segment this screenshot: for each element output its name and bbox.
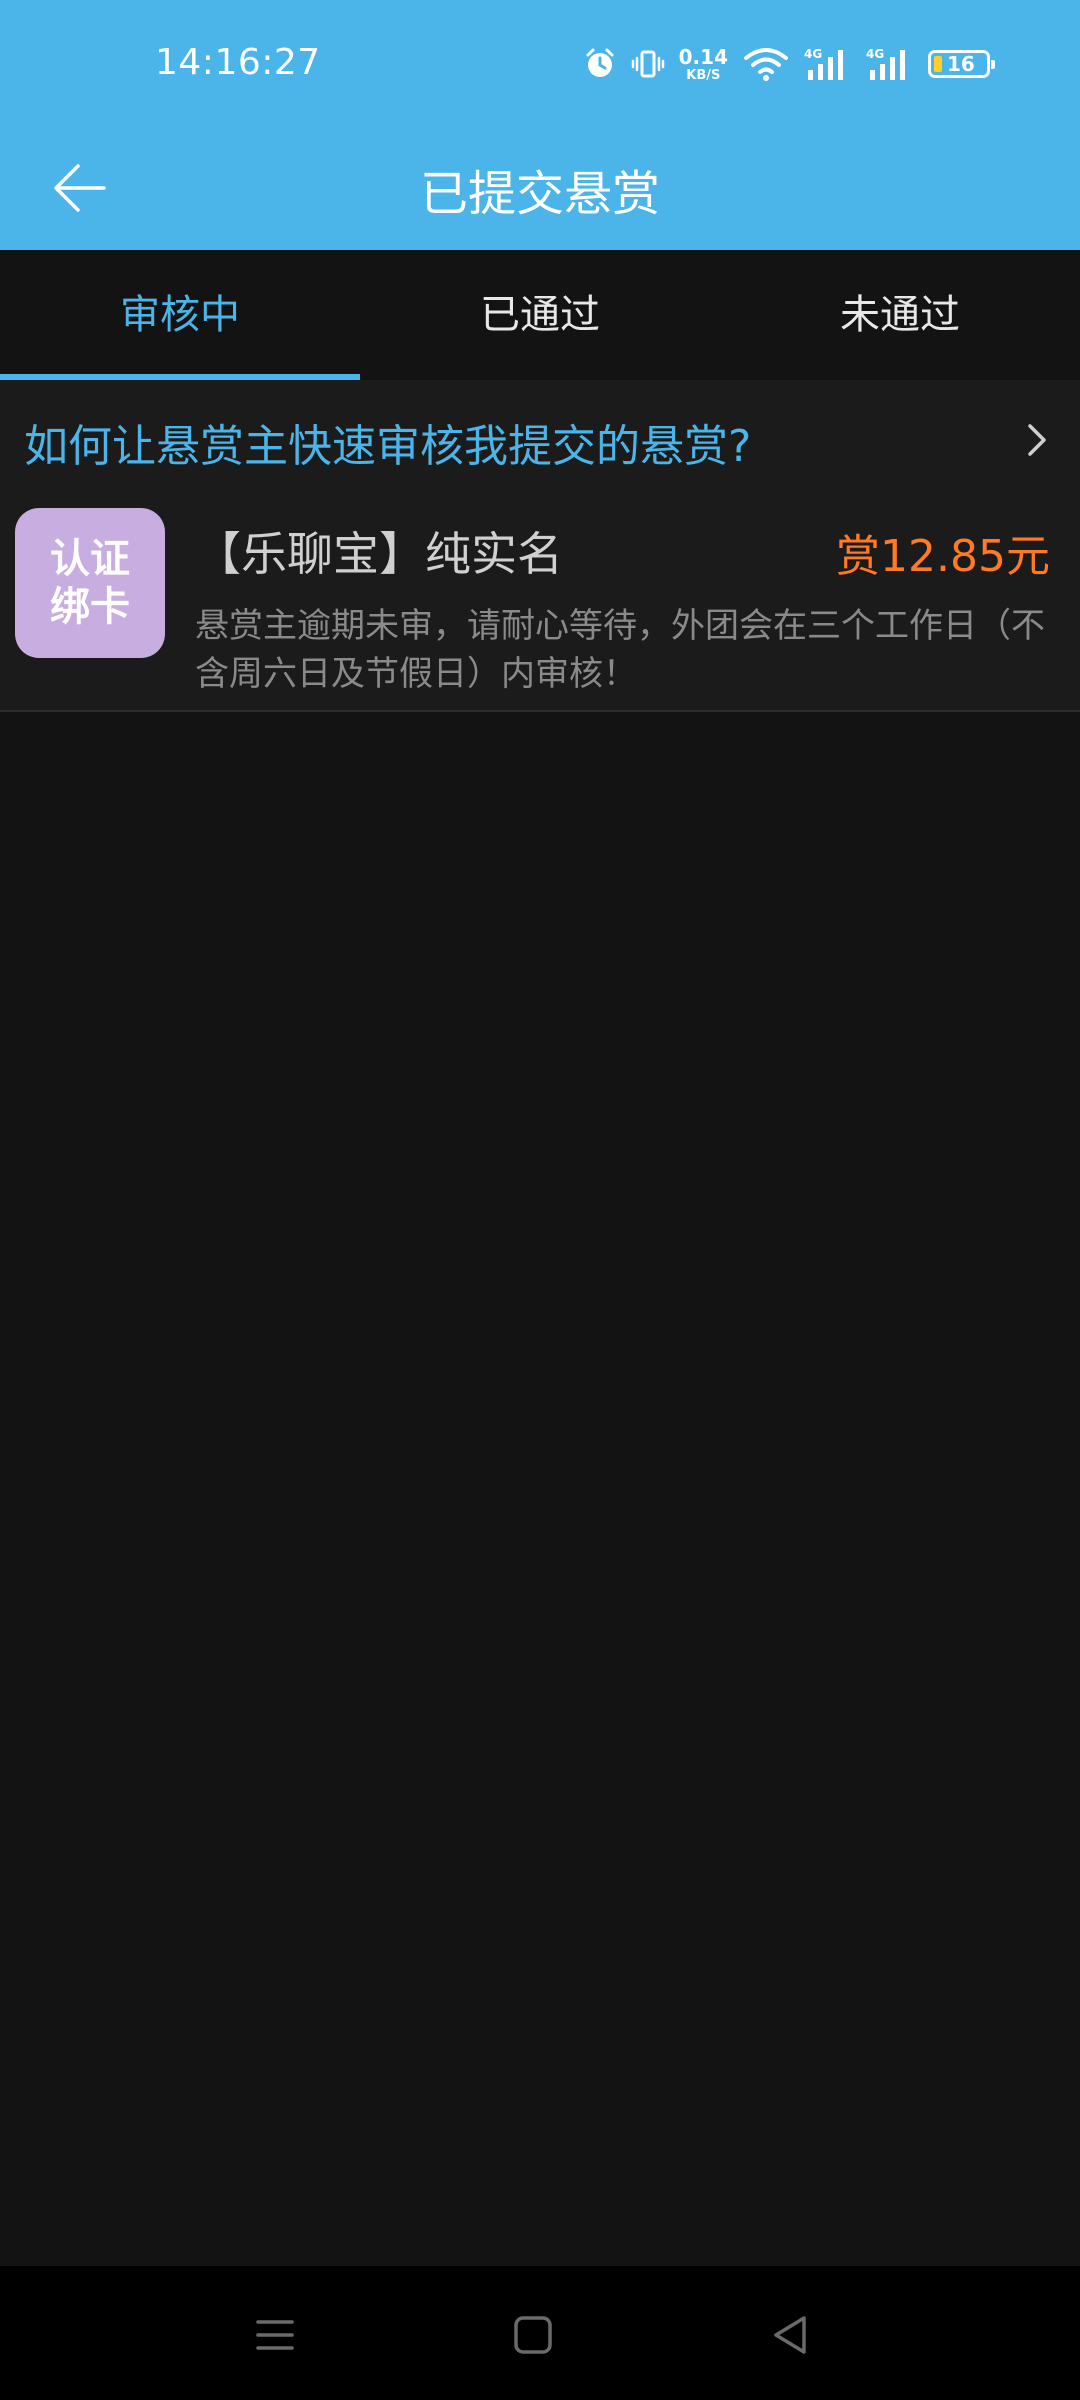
task-card[interactable]: 认证 绑卡 【乐聊宝】纯实名 赏12.85元 悬赏主逾期未审，请耐心等待，外团会…	[0, 500, 1080, 712]
battery-icon: 16	[928, 50, 995, 78]
help-link[interactable]: 如何让悬赏主快速审核我提交的悬赏?	[0, 380, 1080, 500]
task-status-note: 悬赏主逾期未审，请耐心等待，外团会在三个工作日（不含周六日及节假日）内审核！	[195, 606, 1045, 694]
help-link-text: 如何让悬赏主快速审核我提交的悬赏?	[24, 421, 752, 472]
tab-approved[interactable]: 已通过	[360, 250, 720, 380]
task-thumbnail-line2: 绑卡	[50, 584, 130, 630]
svg-text:4G: 4G	[804, 47, 822, 61]
status-icons: 0.14 KB/S 4G 4G 16	[583, 44, 995, 84]
chevron-right-icon	[1022, 420, 1052, 464]
net-speed-value: 0.14	[678, 44, 728, 69]
vibrate-icon	[631, 47, 665, 81]
status-time: 14:16:27	[155, 42, 321, 83]
battery-level: 16	[947, 52, 975, 76]
battery-fill	[934, 56, 942, 72]
task-title: 【乐聊宝】纯实名	[195, 527, 563, 581]
tab-under-review[interactable]: 审核中	[0, 250, 360, 380]
tab-bar: 审核中 已通过 未通过	[0, 250, 1080, 380]
signal-4g-icon: 4G	[866, 46, 914, 82]
app-header: 已提交悬赏	[0, 130, 1080, 250]
task-thumbnail-line1: 认证	[50, 536, 130, 582]
task-thumbnail: 认证 绑卡	[15, 508, 165, 658]
system-nav-bar	[0, 2266, 1080, 2400]
signal-4g-icon: 4G	[804, 46, 852, 82]
tab-rejected[interactable]: 未通过	[720, 250, 1080, 380]
svg-text:4G: 4G	[866, 47, 884, 61]
status-bar: 14:16:27 0.14 KB/S 4G 4G 16	[0, 0, 1080, 130]
task-reward: 赏12.85元	[836, 531, 1050, 582]
page-title: 已提交悬赏	[419, 166, 660, 222]
net-speed-indicator: 0.14 KB/S	[679, 47, 728, 82]
home-icon[interactable]	[508, 2310, 558, 2360]
wifi-icon	[742, 46, 790, 82]
back-icon[interactable]	[766, 2310, 816, 2360]
net-speed-unit: KB/S	[686, 67, 721, 83]
alarm-icon	[583, 47, 617, 81]
menu-icon[interactable]	[250, 2310, 300, 2360]
